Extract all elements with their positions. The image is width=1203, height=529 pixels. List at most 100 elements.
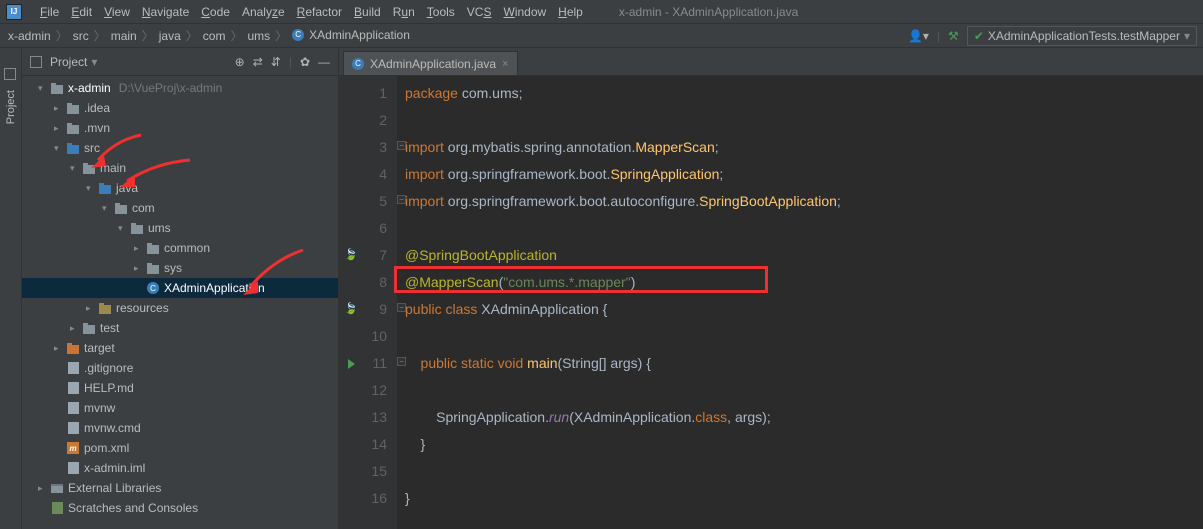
tree-item--mvn[interactable]: ▸ .mvn	[22, 118, 338, 138]
tree-item--idea[interactable]: ▸ .idea	[22, 98, 338, 118]
menu-build[interactable]: Build	[348, 5, 387, 19]
tree-item-sys[interactable]: ▸sys	[22, 258, 338, 278]
tree-item-resources[interactable]: ▸resources	[22, 298, 338, 318]
menu-code[interactable]: Code	[195, 5, 236, 19]
tree-item-main[interactable]: ▾main	[22, 158, 338, 178]
tree-item-help-md[interactable]: HELP.md	[22, 378, 338, 398]
tree-item-mvnw[interactable]: mvnw	[22, 398, 338, 418]
menu-vcs[interactable]: VCS	[461, 5, 498, 19]
tree-item-label: .mvn	[84, 121, 110, 135]
editor[interactable]: 🍃 🍃 12345678910111213141516 package com.…	[339, 76, 1203, 529]
tree-item-java[interactable]: ▾java	[22, 178, 338, 198]
crumb-file[interactable]: CXAdminApplication	[290, 28, 412, 43]
menu-run[interactable]: Run	[387, 5, 421, 19]
expand-icon[interactable]: ▸	[134, 263, 144, 274]
build-icon[interactable]: ⚒	[948, 29, 959, 43]
crumb-src[interactable]: src	[71, 29, 91, 43]
crumb-root[interactable]: x-admin	[6, 29, 53, 43]
project-tree[interactable]: ▾ x-admin D:\VueProj\x-admin ▸ .idea ▸ .mvn…	[22, 76, 338, 529]
crumb-java[interactable]: java	[157, 29, 183, 43]
tree-item-mvnw-cmd[interactable]: mvnw.cmd	[22, 418, 338, 438]
tree-item-com[interactable]: ▾com	[22, 198, 338, 218]
run-main-gutter-icon[interactable]	[341, 350, 361, 377]
hide-icon[interactable]: —	[318, 55, 330, 69]
menu-navigate[interactable]: Navigate	[136, 5, 195, 19]
crumb-ums[interactable]: ums	[245, 29, 272, 43]
tree-item-ums[interactable]: ▾ums	[22, 218, 338, 238]
file-icon	[66, 401, 80, 415]
project-view-button[interactable]: Project ▾	[50, 55, 97, 69]
expand-icon[interactable]: ▸	[54, 103, 64, 114]
tree-item-label: test	[100, 321, 119, 335]
select-opened-file-icon[interactable]: ⊕	[235, 55, 245, 69]
class-run-icon: C	[146, 281, 160, 295]
crumb-sep: 〉	[53, 27, 71, 44]
tree-item-target[interactable]: ▸target	[22, 338, 338, 358]
crumb-com[interactable]: com	[201, 29, 228, 43]
expand-icon[interactable]: ▾	[102, 203, 112, 214]
menu-bar: IJ File Edit View Navigate Code Analyze …	[0, 0, 1203, 24]
run-config-selector[interactable]: ✔ XAdminApplicationTests.testMapper ▾	[967, 26, 1197, 46]
expand-icon[interactable]: ▸	[134, 243, 144, 254]
tree-root[interactable]: ▾ x-admin D:\VueProj\x-admin	[22, 78, 338, 98]
project-tool-icon[interactable]	[4, 68, 18, 82]
collapse-all-icon[interactable]: ⇵	[271, 55, 281, 69]
tree-scratches[interactable]: Scratches and Consoles	[22, 498, 338, 518]
tree-item-label: .idea	[84, 101, 110, 115]
line-number: 14	[339, 431, 387, 458]
fold-icon[interactable]: −	[397, 141, 406, 150]
fold-icon[interactable]: −	[397, 195, 406, 204]
editor-area: C XAdminApplication.java × 🍃 🍃 123456789…	[339, 48, 1203, 529]
tree-item-label: mvnw	[84, 401, 115, 415]
file-icon	[66, 461, 80, 475]
menu-help[interactable]: Help	[552, 5, 589, 19]
expand-icon[interactable]: ▾	[54, 143, 64, 154]
project-panel-header: Project ▾ ⊕ ⇄ ⇵ | ✿ —	[22, 48, 338, 76]
run-class-gutter-icon[interactable]: 🍃	[341, 296, 361, 323]
tree-item-test[interactable]: ▸ test	[22, 318, 338, 338]
expand-icon[interactable]: ▾	[118, 223, 128, 234]
tree-item-src[interactable]: ▾src	[22, 138, 338, 158]
user-icon[interactable]: 👤▾	[908, 29, 929, 43]
expand-all-icon[interactable]: ⇄	[253, 55, 263, 69]
tree-item-label: HELP.md	[84, 381, 134, 395]
close-icon[interactable]: ×	[502, 58, 508, 70]
menu-analyze[interactable]: Analyze	[236, 5, 291, 19]
sidebar-strip: Project	[0, 48, 22, 529]
expand-icon[interactable]: ▸	[54, 343, 64, 354]
fold-icon[interactable]: −	[397, 303, 406, 312]
menu-refactor[interactable]: Refactor	[291, 5, 348, 19]
menu-tools[interactable]: Tools	[421, 5, 461, 19]
gutter: 🍃 🍃 12345678910111213141516	[339, 76, 397, 529]
tree-item-xadminapplication[interactable]: CXAdminApplication	[22, 278, 338, 298]
spring-bean-gutter-icon[interactable]: 🍃	[341, 242, 361, 269]
folder-icon	[82, 161, 96, 175]
tree-external-libraries[interactable]: ▸ External Libraries	[22, 478, 338, 498]
tree-item-pom-xml[interactable]: mpom.xml	[22, 438, 338, 458]
code[interactable]: package com.ums; −import org.mybatis.spr…	[397, 76, 1203, 529]
tree-item--gitignore[interactable]: .gitignore	[22, 358, 338, 378]
crumb-main[interactable]: main	[109, 29, 139, 43]
run-icon: ✔	[974, 29, 984, 43]
settings-icon[interactable]: ✿	[300, 55, 310, 69]
expand-icon[interactable]: ▸	[70, 323, 80, 334]
file-icon	[66, 381, 80, 395]
line-number: 16	[339, 485, 387, 512]
menu-edit[interactable]: Edit	[65, 5, 98, 19]
expand-icon[interactable]: ▾	[38, 83, 48, 94]
folder-pkg-icon	[146, 241, 160, 255]
fold-icon[interactable]: −	[397, 357, 406, 366]
line-number: 13	[339, 404, 387, 431]
menu-window[interactable]: Window	[497, 5, 552, 19]
tree-item-common[interactable]: ▸common	[22, 238, 338, 258]
expand-icon[interactable]: ▸	[54, 123, 64, 134]
expand-icon[interactable]: ▸	[86, 303, 96, 314]
expand-icon[interactable]: ▾	[70, 163, 80, 174]
tab-xadminapplication[interactable]: C XAdminApplication.java ×	[343, 51, 518, 75]
tree-item-x-admin-iml[interactable]: x-admin.iml	[22, 458, 338, 478]
menu-view[interactable]: View	[98, 5, 136, 19]
expand-icon[interactable]: ▾	[86, 183, 96, 194]
project-tool-tab[interactable]: Project	[5, 90, 17, 124]
expand-icon[interactable]: ▸	[38, 483, 48, 494]
menu-file[interactable]: File	[34, 5, 65, 19]
